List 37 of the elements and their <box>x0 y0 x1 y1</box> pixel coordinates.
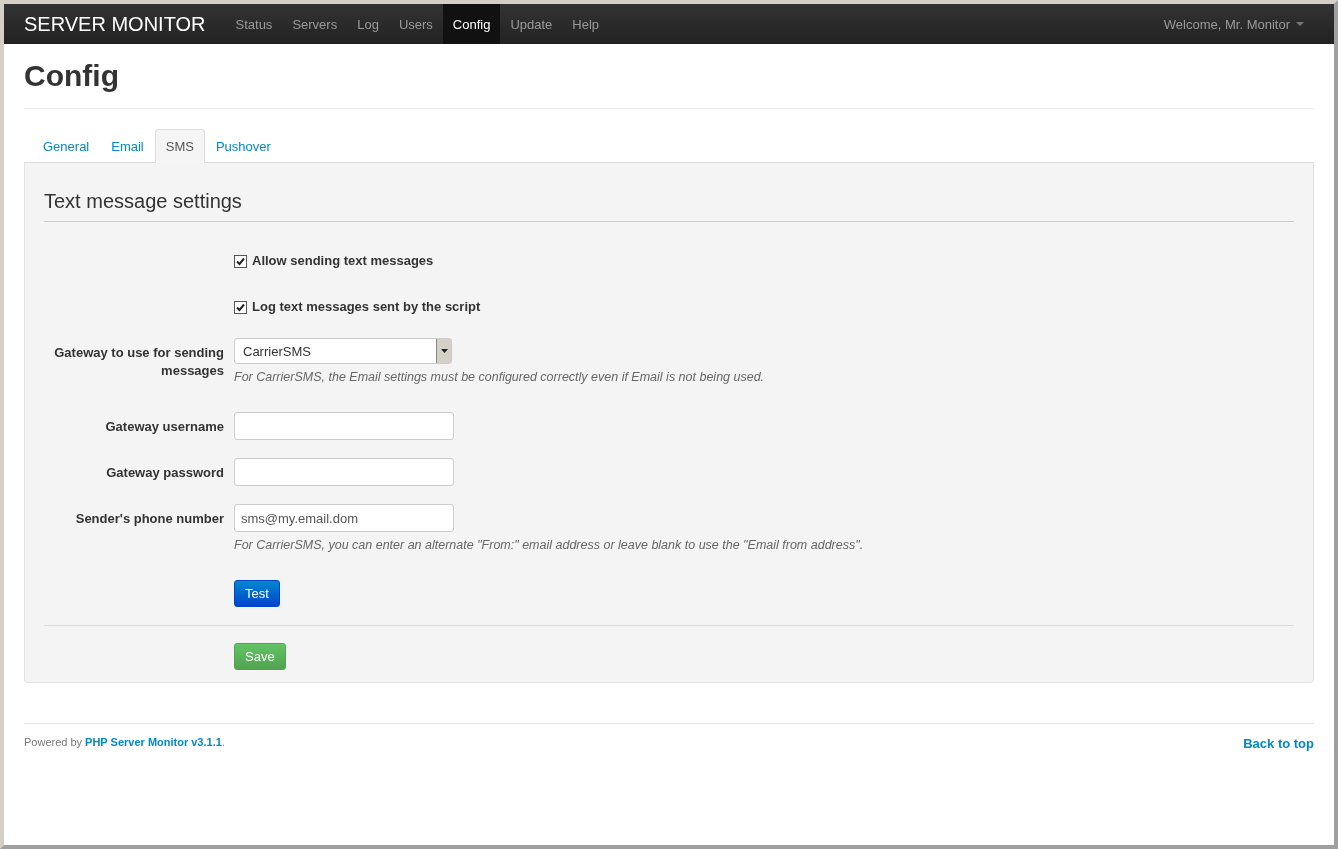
brand-title[interactable]: SERVER MONITOR <box>24 4 206 44</box>
save-button[interactable]: Save <box>234 643 286 670</box>
tab[interactable]: General <box>32 129 101 163</box>
footer-text: Powered by <box>24 736 83 748</box>
help-text: For CarrierSMS, you can enter an alternate "From:" email address or leave blank to use the "Email from address". <box>234 538 864 552</box>
input-field[interactable] <box>234 458 454 486</box>
nav-link[interactable]: Users <box>388 4 443 44</box>
field-label: Sender's phone number <box>75 511 224 526</box>
help-text: For CarrierSMS, the Email settings must be configured correctly even if Email is not being used. <box>234 370 765 384</box>
tab[interactable]: Email <box>100 129 155 163</box>
user-menu[interactable]: Welcome, Mr. Monitor <box>1153 4 1314 44</box>
back-to-top-link[interactable]: Back to top <box>1243 736 1314 751</box>
nav-link[interactable]: Help <box>562 4 610 44</box>
checkbox[interactable] <box>234 254 247 268</box>
caret-icon <box>1296 22 1304 26</box>
field-label: Gateway password <box>106 465 224 480</box>
nav-link[interactable]: Servers <box>282 4 348 44</box>
tab[interactable]: SMS <box>154 129 205 163</box>
nav-link[interactable]: Update <box>500 4 563 44</box>
test-button[interactable]: Test <box>234 580 280 607</box>
footer-text: . <box>221 736 225 748</box>
gateway-select[interactable]: CarrierSMS <box>234 338 452 364</box>
nav-link[interactable]: Status <box>225 4 283 44</box>
checkbox-label: Log text messages sent by the script <box>252 298 481 316</box>
nav-link[interactable]: Log <box>347 4 389 44</box>
section-heading: Text message settings <box>44 181 1294 222</box>
checkbox-label: Allow sending text messages <box>252 252 434 270</box>
input-field[interactable]: sms@my.email.dom <box>234 504 454 532</box>
page-title: Config <box>24 44 1314 109</box>
footer-link[interactable]: PHP Server Monitor v3.1.1 <box>85 736 222 748</box>
nav-link[interactable]: Config <box>442 4 501 44</box>
field-label: Gateway to use for sending messages <box>54 345 224 378</box>
field-label: Gateway username <box>105 419 224 434</box>
checkbox[interactable] <box>234 300 247 314</box>
caret-icon <box>440 349 448 353</box>
tab[interactable]: Pushover <box>204 129 282 163</box>
input-field[interactable] <box>234 412 454 440</box>
